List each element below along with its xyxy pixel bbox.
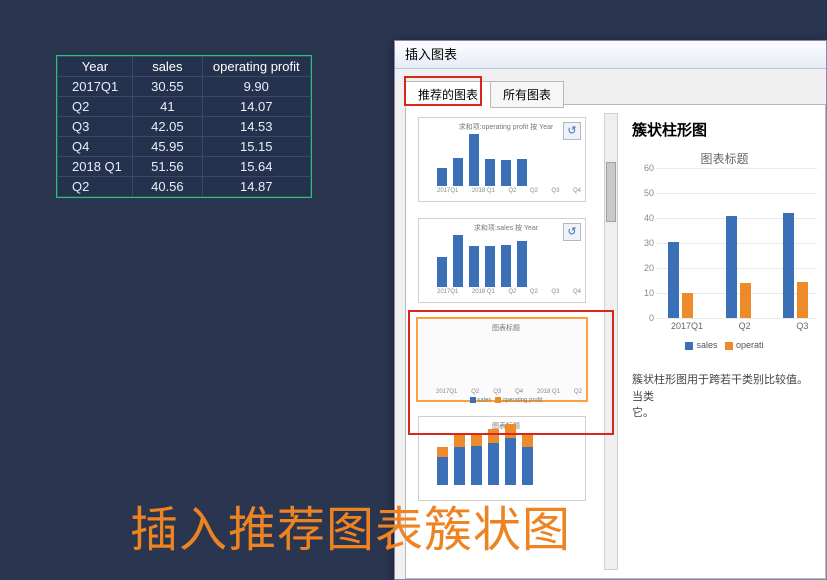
table-row[interactable]: 2017Q130.559.90 [58, 77, 311, 97]
col-sales: sales [132, 57, 202, 77]
thumb-bars [431, 134, 581, 186]
table-row[interactable]: Q24114.07 [58, 97, 311, 117]
table-row[interactable]: 2018 Q151.5615.64 [58, 157, 311, 177]
thumbs-scrollbar[interactable] [604, 113, 618, 570]
thumb-title: 求和项:sales 按 Year [431, 223, 581, 233]
tab-strip: 推荐的图表 所有图表 [405, 81, 563, 108]
bar-group: Q3 [783, 213, 817, 318]
thumb-bars [431, 235, 581, 287]
chart-title: 图表标题 [632, 150, 817, 167]
tab-all[interactable]: 所有图表 [490, 81, 564, 108]
thumb-xlabels: 2017Q1 2018 Q1 Q2 Q2 Q3 Q4 [431, 188, 581, 194]
chart-plot: 60 50 40 30 20 10 0 2017Q1Q2Q3 [656, 168, 817, 318]
thumb-title: 图表标题 [430, 323, 582, 333]
chart-description: 簇状柱形图用于跨若干类别比较值。当类 它。 [632, 372, 817, 422]
thumb-xlabels: 2017Q1 2018 Q1 Q2 Q2 Q3 Q4 [431, 289, 581, 295]
col-profit: operating profit [202, 57, 310, 77]
bar-group: Q2 [726, 213, 760, 318]
table-header-row: Year sales operating profit [58, 57, 311, 77]
col-year: Year [58, 57, 133, 77]
thumb-profit-by-year[interactable]: 求和项:operating profit 按 Year ↺ 2017Q1 [414, 113, 590, 206]
chart-preview: 图表标题 60 50 40 30 20 10 0 2017Q1Q2Q3 sale… [632, 150, 817, 360]
thumb-clustered-column[interactable]: 图表标题 2017Q1 Q2 Q3 [414, 315, 590, 404]
thumb-xlabels: 2017Q1 Q2 Q3 Q4 2018 Q1 Q2 [430, 389, 582, 395]
bar-group: 2017Q1 [668, 213, 702, 318]
legend-sales: sales [685, 340, 717, 350]
chart-legend: sales operati [632, 340, 817, 350]
table-row[interactable]: Q240.5614.87 [58, 177, 311, 197]
chart-type-title: 簇状柱形图 [632, 119, 817, 140]
swap-axes-icon[interactable]: ↺ [563, 122, 581, 140]
table-row[interactable]: Q342.0514.53 [58, 117, 311, 137]
thumb-title: 求和项:operating profit 按 Year [431, 122, 581, 132]
legend-profit: operati [725, 340, 764, 350]
source-data-table[interactable]: Year sales operating profit 2017Q130.559… [56, 55, 312, 198]
table-row[interactable]: Q445.9515.15 [58, 137, 311, 157]
thumb-sales-by-year[interactable]: 求和项:sales 按 Year ↺ 2017Q1 201 [414, 214, 590, 307]
tab-recommended[interactable]: 推荐的图表 [405, 81, 491, 108]
scrollbar-thumb[interactable] [606, 162, 616, 222]
dialog-title: 插入图表 [395, 41, 826, 69]
swap-axes-icon[interactable]: ↺ [563, 223, 581, 241]
thumb-bars [431, 433, 581, 485]
tutorial-caption: 插入推荐图表簇状图 [130, 490, 571, 560]
chart-detail: 簇状柱形图 图表标题 60 50 40 30 20 10 0 2017Q1Q2Q… [624, 111, 825, 578]
thumb-bars [430, 335, 582, 387]
